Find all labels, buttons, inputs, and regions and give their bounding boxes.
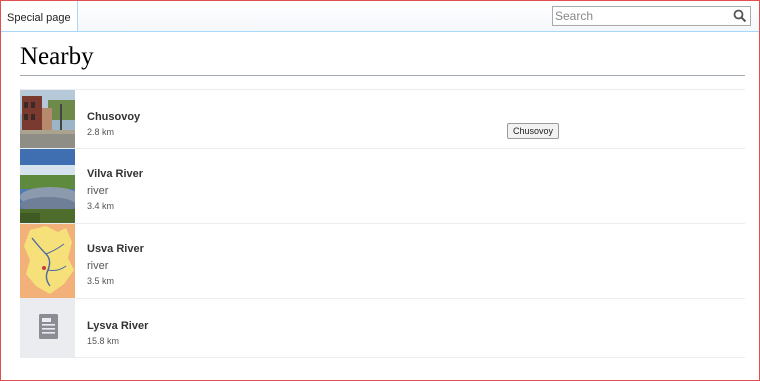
tooltip: Chusovoy xyxy=(507,123,560,139)
page-title: Nearby xyxy=(20,41,745,76)
thumbnail-placeholder[interactable] xyxy=(20,299,75,357)
list-item[interactable]: Chusovoy 2.8 km Chusovoy xyxy=(20,90,745,149)
item-title[interactable]: Vilva River xyxy=(87,168,143,180)
thumbnail-river-photo[interactable] xyxy=(20,149,75,223)
tab-special-page[interactable]: Special page xyxy=(1,1,78,31)
list-item[interactable]: Usva River river 3.5 km xyxy=(20,224,745,299)
search-icon[interactable] xyxy=(733,9,747,23)
main-content: Nearby Chusovoy 2.8 km Chusovoy Vilva Ri… xyxy=(20,41,745,358)
item-text: Lysva River 15.8 km xyxy=(75,299,148,357)
search-input[interactable] xyxy=(553,7,727,25)
item-title[interactable]: Usva River xyxy=(87,243,144,255)
item-distance: 2.8 km xyxy=(87,127,115,137)
item-distance: 3.4 km xyxy=(87,201,115,211)
item-title[interactable]: Chusovoy xyxy=(87,111,140,123)
nearby-list: Chusovoy 2.8 km Chusovoy Vilva River riv… xyxy=(20,89,745,358)
top-bar: Special page xyxy=(1,1,759,32)
item-text: Usva River river 3.5 km xyxy=(75,224,144,298)
item-distance: 15.8 km xyxy=(87,336,120,346)
article-placeholder-icon xyxy=(39,314,58,339)
thumbnail-map[interactable] xyxy=(20,224,75,298)
item-description: river xyxy=(87,185,109,197)
page-frame: Special page Nearby xyxy=(0,0,760,381)
item-distance: 3.5 km xyxy=(87,276,115,286)
item-text: Chusovoy 2.8 km xyxy=(75,90,140,148)
item-description: river xyxy=(87,260,109,272)
list-item[interactable]: Vilva River river 3.4 km xyxy=(20,149,745,224)
list-item[interactable]: Lysva River 15.8 km xyxy=(20,299,745,358)
item-title[interactable]: Lysva River xyxy=(87,320,148,332)
item-text: Vilva River river 3.4 km xyxy=(75,149,143,223)
thumbnail-town-photo[interactable] xyxy=(20,90,75,148)
search-box[interactable] xyxy=(552,6,751,26)
